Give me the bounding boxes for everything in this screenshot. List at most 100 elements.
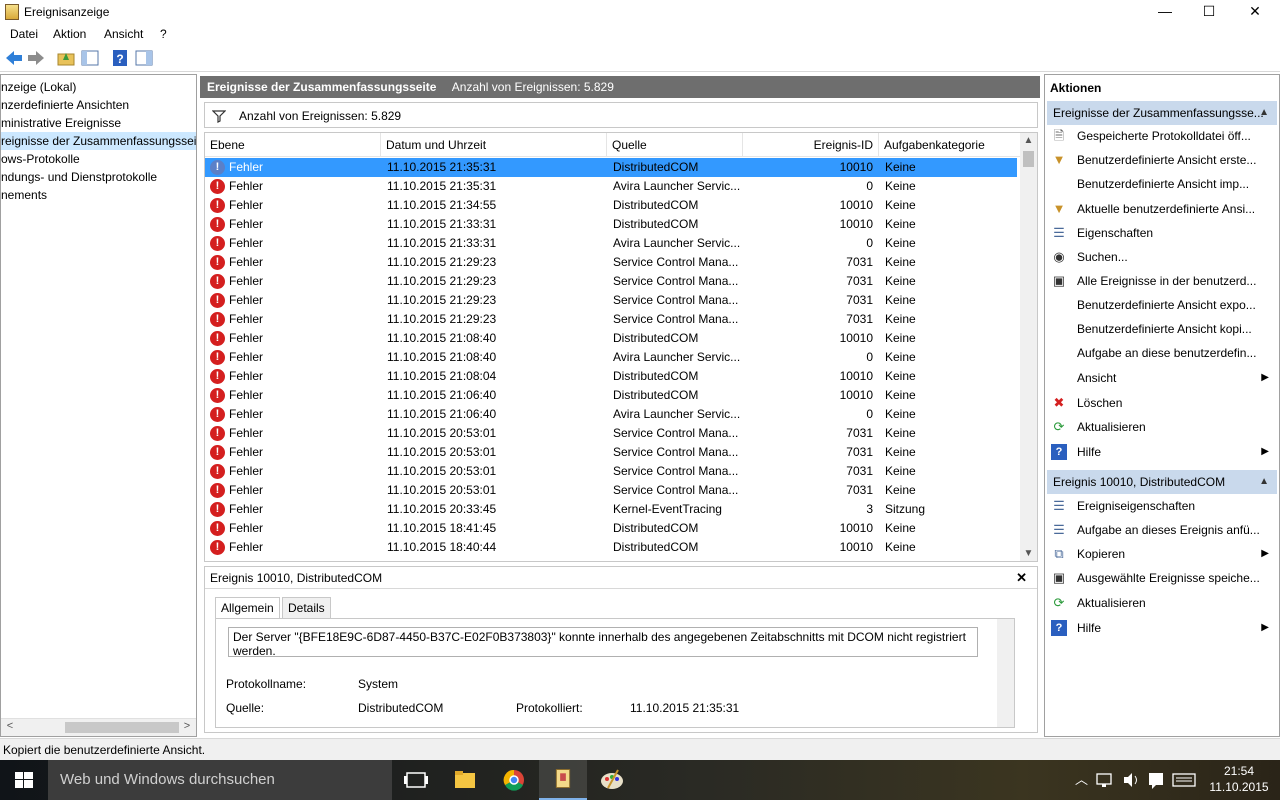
table-row[interactable]: ! Fehler 11.10.2015 21:06:40 Avira Launcher…	[205, 405, 1017, 424]
menu-datei[interactable]: Datei	[10, 27, 38, 41]
cell-category: Keine	[885, 483, 916, 497]
action-item[interactable]: ◉ Suchen...	[1049, 245, 1275, 269]
table-row[interactable]: ! Fehler 11.10.2015 21:33:31 Avira Launcher…	[205, 234, 1017, 253]
events-vertical-scrollbar[interactable]: ▲ ▼	[1020, 133, 1037, 561]
action-item[interactable]: ☰ Eigenschaften	[1049, 221, 1275, 245]
volume-icon[interactable]	[1119, 760, 1143, 800]
table-row[interactable]: ! Fehler 11.10.2015 21:29:23 Service Contro…	[205, 310, 1017, 329]
action-item[interactable]: Benutzerdefinierte Ansicht expo...	[1049, 293, 1275, 317]
action-item[interactable]: 🗎 Gespeicherte Protokolldatei öff...	[1049, 124, 1275, 148]
col-ebene[interactable]: Ebene	[205, 133, 381, 157]
col-kategorie[interactable]: Aufgabenkategorie	[879, 133, 1021, 157]
table-row[interactable]: ! Fehler 11.10.2015 18:40:44 DistributedCOM…	[205, 538, 1017, 557]
col-quelle[interactable]: Quelle	[607, 133, 743, 157]
help-icon[interactable]: ?	[110, 48, 130, 68]
table-row[interactable]: ! Fehler 11.10.2015 21:34:55 DistributedCOM…	[205, 196, 1017, 215]
action-item[interactable]: ⧉ Kopieren ▶	[1049, 542, 1275, 566]
window-title: Ereignisanzeige	[24, 5, 110, 19]
table-row[interactable]: ! Fehler 11.10.2015 21:35:31 Avira Launcher…	[205, 177, 1017, 196]
action-item[interactable]: Benutzerdefinierte Ansicht kopi...	[1049, 317, 1275, 341]
close-detail-icon[interactable]: ✕	[1016, 570, 1027, 586]
table-row[interactable]: ! Fehler 11.10.2015 20:53:01 Service Contro…	[205, 481, 1017, 500]
file-explorer-icon[interactable]	[441, 760, 489, 800]
scroll-right-icon[interactable]: >	[180, 720, 194, 732]
col-ereignis-id[interactable]: Ereignis-ID	[743, 133, 879, 157]
console-tree-icon[interactable]	[80, 48, 100, 68]
table-row[interactable]: ! Fehler 11.10.2015 20:53:01 Service Contro…	[205, 424, 1017, 443]
action-item[interactable]: ▣ Alle Ereignisse in der benutzerd...	[1049, 269, 1275, 293]
windows-start-icon[interactable]	[0, 760, 48, 800]
detail-vertical-scrollbar[interactable]	[997, 619, 1014, 727]
tab-allgemein[interactable]: Allgemein	[215, 597, 280, 619]
action-pane-icon[interactable]	[134, 48, 154, 68]
scroll-down-icon[interactable]: ▼	[1020, 548, 1037, 559]
chrome-icon[interactable]	[490, 760, 538, 800]
back-arrow-icon[interactable]	[4, 48, 24, 68]
menu-aktion[interactable]: Aktion	[53, 27, 86, 41]
col-datum[interactable]: Datum und Uhrzeit	[381, 133, 607, 157]
menu-ansicht[interactable]: Ansicht	[104, 27, 143, 41]
collapse-icon[interactable]: ▲	[1259, 470, 1269, 494]
action-item[interactable]: Aufgabe an diese benutzerdefin...	[1049, 341, 1275, 365]
tree-item-root[interactable]: nzeige (Lokal)	[1, 78, 76, 96]
action-item[interactable]: ✖ Löschen	[1049, 391, 1275, 415]
tree-item-windows-logs[interactable]: ows-Protokolle	[1, 150, 80, 168]
action-item[interactable]: ☰ Ereigniseigenschaften	[1049, 494, 1275, 518]
horizontal-scrollbar[interactable]: < >	[1, 718, 196, 736]
forward-arrow-icon[interactable]	[26, 48, 46, 68]
taskbar-search-box[interactable]: Web und Windows durchsuchen	[48, 760, 392, 800]
table-row[interactable]: ! Fehler 11.10.2015 21:08:40 DistributedCOM…	[205, 329, 1017, 348]
action-item[interactable]: ▣ Ausgewählte Ereignisse speiche...	[1049, 566, 1275, 590]
table-row[interactable]: ! Fehler 11.10.2015 21:06:40 DistributedCOM…	[205, 386, 1017, 405]
scroll-thumb[interactable]	[65, 722, 179, 733]
task-view-icon[interactable]	[392, 760, 440, 800]
paint-icon[interactable]	[588, 760, 636, 800]
network-icon[interactable]	[1092, 760, 1116, 800]
table-row[interactable]: ! Fehler 11.10.2015 21:08:40 Avira Launcher…	[205, 348, 1017, 367]
actions-section-summary[interactable]: Ereignisse der Zusammenfassungsse... ▲	[1047, 101, 1277, 125]
close-button[interactable]: ✕	[1232, 0, 1278, 24]
menu-help[interactable]: ?	[160, 27, 167, 41]
tree-item-custom-views[interactable]: nzerdefinierte Ansichten	[1, 96, 129, 114]
minimize-button[interactable]: —	[1142, 0, 1188, 24]
actions-section-event[interactable]: Ereignis 10010, DistributedCOM ▲	[1047, 470, 1277, 494]
action-item[interactable]: ▼ Aktuelle benutzerdefinierte Ansi...	[1049, 197, 1275, 221]
event-viewer-taskbar-icon[interactable]	[539, 760, 587, 800]
tab-details[interactable]: Details	[282, 597, 331, 619]
keyboard-icon[interactable]	[1170, 760, 1198, 800]
table-row[interactable]: ! Fehler 11.10.2015 21:08:04 DistributedCOM…	[205, 367, 1017, 386]
tree-item-summary-events[interactable]: reignisse der Zusammenfassungsseite	[1, 132, 196, 150]
table-row[interactable]: ! Fehler 11.10.2015 18:41:45 DistributedCOM…	[205, 519, 1017, 538]
action-item[interactable]: ▼ Benutzerdefinierte Ansicht erste...	[1049, 148, 1275, 172]
scroll-up-icon[interactable]: ▲	[1020, 135, 1037, 146]
action-item[interactable]: ? Hilfe ▶	[1049, 616, 1275, 640]
scroll-left-icon[interactable]: <	[3, 720, 17, 732]
event-message[interactable]: Der Server "{BFE18E9C-6D87-4450-B37C-E02…	[228, 627, 978, 657]
scroll-thumb[interactable]	[1023, 151, 1034, 167]
table-row[interactable]: ! Fehler 11.10.2015 21:35:31 DistributedCOM…	[205, 158, 1017, 177]
action-item[interactable]: ? Hilfe ▶	[1049, 440, 1275, 464]
taskbar-clock[interactable]: 21:54 11.10.2015	[1204, 763, 1274, 795]
table-row[interactable]: ! Fehler 11.10.2015 20:53:01 Service Contro…	[205, 443, 1017, 462]
notifications-icon[interactable]	[1144, 760, 1168, 800]
action-item[interactable]: Ansicht ▶	[1049, 366, 1275, 390]
table-row[interactable]: ! Fehler 11.10.2015 21:29:23 Service Contro…	[205, 253, 1017, 272]
action-item[interactable]: Benutzerdefinierte Ansicht imp...	[1049, 172, 1275, 196]
table-row[interactable]: ! Fehler 11.10.2015 21:29:23 Service Contro…	[205, 272, 1017, 291]
tree-item-app-service-logs[interactable]: ndungs- und Dienstprotokolle	[1, 168, 157, 186]
action-item[interactable]: ⟳ Aktualisieren	[1049, 591, 1275, 615]
folder-up-icon[interactable]	[56, 48, 76, 68]
tree-item-admin-events[interactable]: ministrative Ereignisse	[1, 114, 121, 132]
cell-event-id: 0	[866, 350, 873, 364]
maximize-button[interactable]: ☐	[1186, 0, 1232, 24]
tree-item-subscriptions[interactable]: nements	[1, 186, 47, 204]
table-row[interactable]: ! Fehler 11.10.2015 21:33:31 DistributedCOM…	[205, 215, 1017, 234]
table-row[interactable]: ! Fehler 11.10.2015 20:53:01 Service Contro…	[205, 462, 1017, 481]
table-row[interactable]: ! Fehler 11.10.2015 21:29:23 Service Contro…	[205, 291, 1017, 310]
tray-chevron-icon[interactable]: ︿	[1075, 760, 1088, 800]
action-item[interactable]: ⟳ Aktualisieren	[1049, 415, 1275, 439]
action-item[interactable]: ☰ Aufgabe an dieses Ereignis anfü...	[1049, 518, 1275, 542]
collapse-icon[interactable]: ▲	[1259, 101, 1269, 125]
action-label: Aktualisieren	[1077, 596, 1146, 610]
table-row[interactable]: ! Fehler 11.10.2015 20:33:45 Kernel-EventTr…	[205, 500, 1017, 519]
